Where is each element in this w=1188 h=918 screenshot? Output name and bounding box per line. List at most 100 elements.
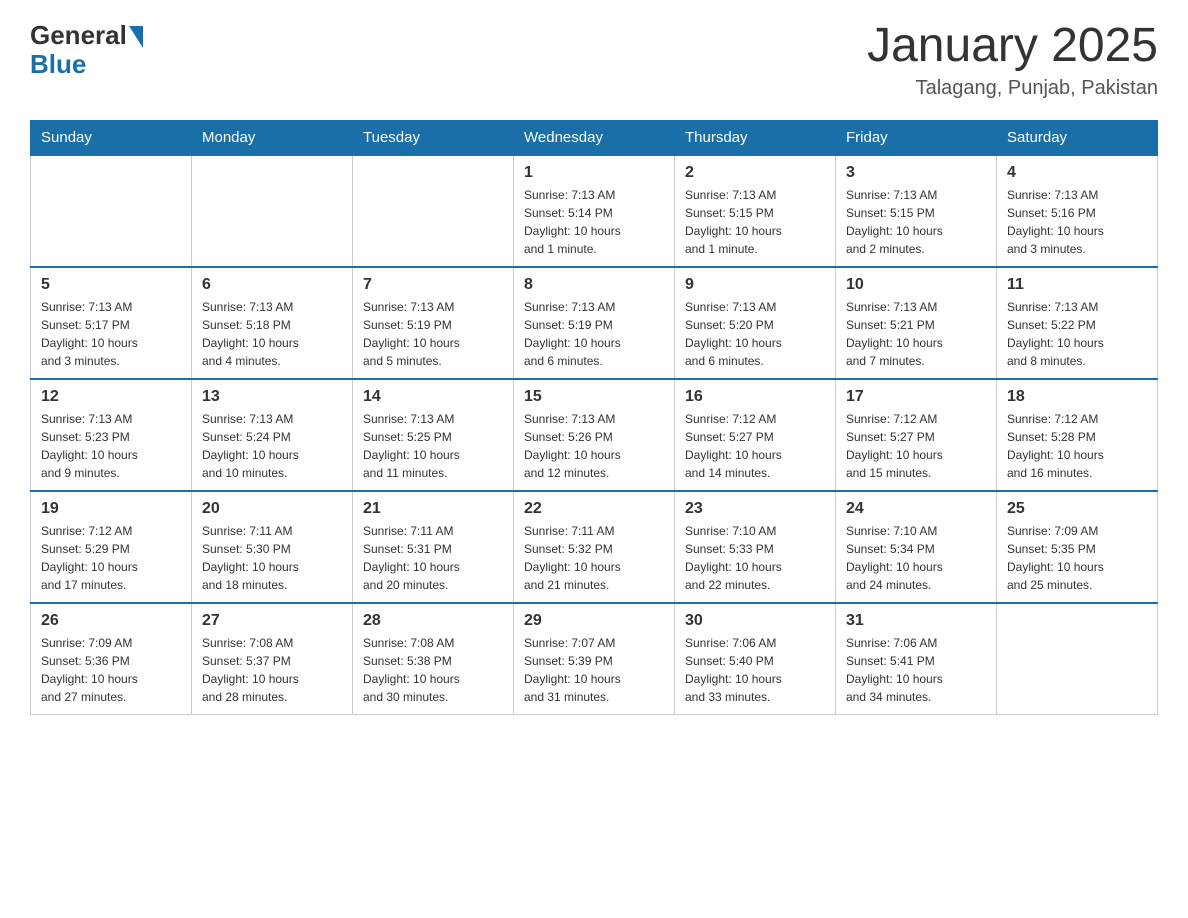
day-info: Sunrise: 7:13 AMSunset: 5:17 PMDaylight:… bbox=[41, 298, 181, 370]
day-number: 16 bbox=[685, 388, 825, 406]
day-info: Sunrise: 7:13 AMSunset: 5:18 PMDaylight:… bbox=[202, 298, 342, 370]
day-number: 12 bbox=[41, 388, 181, 406]
calendar-cell: 1 Sunrise: 7:13 AMSunset: 5:14 PMDaylight… bbox=[514, 155, 675, 267]
calendar-cell: 20 Sunrise: 7:11 AMSunset: 5:30 PMDayligh… bbox=[192, 491, 353, 603]
calendar-cell: 16 Sunrise: 7:12 AMSunset: 5:27 PMDayligh… bbox=[675, 379, 836, 491]
day-number: 25 bbox=[1007, 500, 1147, 518]
calendar-cell: 5 Sunrise: 7:13 AMSunset: 5:17 PMDaylight… bbox=[31, 267, 192, 379]
logo-triangle-icon bbox=[129, 26, 143, 48]
calendar-cell: 24 Sunrise: 7:10 AMSunset: 5:34 PMDayligh… bbox=[836, 491, 997, 603]
calendar-cell bbox=[353, 155, 514, 267]
weekday-header-friday: Friday bbox=[836, 120, 997, 155]
day-info: Sunrise: 7:13 AMSunset: 5:19 PMDaylight:… bbox=[363, 298, 503, 370]
day-info: Sunrise: 7:12 AMSunset: 5:29 PMDaylight:… bbox=[41, 522, 181, 594]
calendar-cell: 17 Sunrise: 7:12 AMSunset: 5:27 PMDayligh… bbox=[836, 379, 997, 491]
day-info: Sunrise: 7:13 AMSunset: 5:25 PMDaylight:… bbox=[363, 410, 503, 482]
day-number: 20 bbox=[202, 500, 342, 518]
calendar-cell: 2 Sunrise: 7:13 AMSunset: 5:15 PMDaylight… bbox=[675, 155, 836, 267]
calendar-cell: 29 Sunrise: 7:07 AMSunset: 5:39 PMDayligh… bbox=[514, 603, 675, 715]
logo: General Blue bbox=[30, 20, 143, 80]
day-number: 29 bbox=[524, 612, 664, 630]
week-row-1: 1 Sunrise: 7:13 AMSunset: 5:14 PMDaylight… bbox=[31, 155, 1158, 267]
calendar-cell bbox=[31, 155, 192, 267]
day-info: Sunrise: 7:13 AMSunset: 5:22 PMDaylight:… bbox=[1007, 298, 1147, 370]
day-number: 3 bbox=[846, 164, 986, 182]
day-number: 7 bbox=[363, 276, 503, 294]
calendar-cell: 18Sunrise: 7:12 AMSunset: 5:28 PMDayligh… bbox=[997, 379, 1158, 491]
day-number: 9 bbox=[685, 276, 825, 294]
calendar-cell: 11 Sunrise: 7:13 AMSunset: 5:22 PMDayligh… bbox=[997, 267, 1158, 379]
calendar-cell: 30Sunrise: 7:06 AMSunset: 5:40 PMDayligh… bbox=[675, 603, 836, 715]
day-number: 17 bbox=[846, 388, 986, 406]
calendar-cell: 23 Sunrise: 7:10 AMSunset: 5:33 PMDayligh… bbox=[675, 491, 836, 603]
weekday-header-tuesday: Tuesday bbox=[353, 120, 514, 155]
day-info: Sunrise: 7:10 AMSunset: 5:33 PMDaylight:… bbox=[685, 522, 825, 594]
day-number: 1 bbox=[524, 164, 664, 182]
day-info: Sunrise: 7:08 AMSunset: 5:38 PMDaylight:… bbox=[363, 634, 503, 706]
day-number: 10 bbox=[846, 276, 986, 294]
day-info: Sunrise: 7:13 AMSunset: 5:21 PMDaylight:… bbox=[846, 298, 986, 370]
day-info: Sunrise: 7:13 AMSunset: 5:24 PMDaylight:… bbox=[202, 410, 342, 482]
calendar-cell bbox=[192, 155, 353, 267]
day-info: Sunrise: 7:13 AMSunset: 5:19 PMDaylight:… bbox=[524, 298, 664, 370]
day-info: Sunrise: 7:11 AMSunset: 5:32 PMDaylight:… bbox=[524, 522, 664, 594]
day-info: Sunrise: 7:13 AMSunset: 5:20 PMDaylight:… bbox=[685, 298, 825, 370]
day-info: Sunrise: 7:11 AMSunset: 5:30 PMDaylight:… bbox=[202, 522, 342, 594]
weekday-header-wednesday: Wednesday bbox=[514, 120, 675, 155]
calendar-cell: 26Sunrise: 7:09 AMSunset: 5:36 PMDayligh… bbox=[31, 603, 192, 715]
calendar-cell: 4Sunrise: 7:13 AMSunset: 5:16 PMDaylight… bbox=[997, 155, 1158, 267]
day-number: 22 bbox=[524, 500, 664, 518]
day-info: Sunrise: 7:11 AMSunset: 5:31 PMDaylight:… bbox=[363, 522, 503, 594]
day-number: 6 bbox=[202, 276, 342, 294]
calendar-cell: 6 Sunrise: 7:13 AMSunset: 5:18 PMDaylight… bbox=[192, 267, 353, 379]
calendar-cell: 12 Sunrise: 7:13 AMSunset: 5:23 PMDayligh… bbox=[31, 379, 192, 491]
calendar-cell: 10 Sunrise: 7:13 AMSunset: 5:21 PMDayligh… bbox=[836, 267, 997, 379]
day-info: Sunrise: 7:08 AMSunset: 5:37 PMDaylight:… bbox=[202, 634, 342, 706]
day-number: 11 bbox=[1007, 276, 1147, 294]
calendar-cell: 28 Sunrise: 7:08 AMSunset: 5:38 PMDayligh… bbox=[353, 603, 514, 715]
calendar-cell: 31Sunrise: 7:06 AMSunset: 5:41 PMDayligh… bbox=[836, 603, 997, 715]
day-info: Sunrise: 7:13 AMSunset: 5:26 PMDaylight:… bbox=[524, 410, 664, 482]
day-number: 13 bbox=[202, 388, 342, 406]
calendar-cell: 13 Sunrise: 7:13 AMSunset: 5:24 PMDayligh… bbox=[192, 379, 353, 491]
calendar-cell: 19 Sunrise: 7:12 AMSunset: 5:29 PMDayligh… bbox=[31, 491, 192, 603]
calendar-cell: 8 Sunrise: 7:13 AMSunset: 5:19 PMDaylight… bbox=[514, 267, 675, 379]
day-info: Sunrise: 7:12 AMSunset: 5:27 PMDaylight:… bbox=[846, 410, 986, 482]
day-number: 5 bbox=[41, 276, 181, 294]
calendar-cell: 7 Sunrise: 7:13 AMSunset: 5:19 PMDaylight… bbox=[353, 267, 514, 379]
calendar-cell: 22 Sunrise: 7:11 AMSunset: 5:32 PMDayligh… bbox=[514, 491, 675, 603]
calendar-cell: 25 Sunrise: 7:09 AMSunset: 5:35 PMDayligh… bbox=[997, 491, 1158, 603]
location-title: Talagang, Punjab, Pakistan bbox=[867, 77, 1158, 100]
logo-blue-text: Blue bbox=[30, 49, 86, 80]
day-number: 2 bbox=[685, 164, 825, 182]
day-number: 19 bbox=[41, 500, 181, 518]
day-info: Sunrise: 7:13 AMSunset: 5:23 PMDaylight:… bbox=[41, 410, 181, 482]
week-row-4: 19 Sunrise: 7:12 AMSunset: 5:29 PMDayligh… bbox=[31, 491, 1158, 603]
calendar-cell: 3Sunrise: 7:13 AMSunset: 5:15 PMDaylight… bbox=[836, 155, 997, 267]
day-info: Sunrise: 7:12 AMSunset: 5:27 PMDaylight:… bbox=[685, 410, 825, 482]
day-number: 8 bbox=[524, 276, 664, 294]
day-number: 14 bbox=[363, 388, 503, 406]
week-row-2: 5 Sunrise: 7:13 AMSunset: 5:17 PMDaylight… bbox=[31, 267, 1158, 379]
day-number: 24 bbox=[846, 500, 986, 518]
day-number: 15 bbox=[524, 388, 664, 406]
day-number: 18 bbox=[1007, 388, 1147, 406]
day-info: Sunrise: 7:13 AMSunset: 5:15 PMDaylight:… bbox=[685, 186, 825, 258]
day-info: Sunrise: 7:07 AMSunset: 5:39 PMDaylight:… bbox=[524, 634, 664, 706]
day-number: 23 bbox=[685, 500, 825, 518]
day-number: 31 bbox=[846, 612, 986, 630]
weekday-header-row: SundayMondayTuesdayWednesdayThursdayFrid… bbox=[31, 120, 1158, 155]
weekday-header-saturday: Saturday bbox=[997, 120, 1158, 155]
logo-general-text: General bbox=[30, 20, 127, 51]
weekday-header-sunday: Sunday bbox=[31, 120, 192, 155]
week-row-5: 26Sunrise: 7:09 AMSunset: 5:36 PMDayligh… bbox=[31, 603, 1158, 715]
day-info: Sunrise: 7:09 AMSunset: 5:36 PMDaylight:… bbox=[41, 634, 181, 706]
day-number: 21 bbox=[363, 500, 503, 518]
day-info: Sunrise: 7:13 AMSunset: 5:14 PMDaylight:… bbox=[524, 186, 664, 258]
day-number: 28 bbox=[363, 612, 503, 630]
calendar-cell bbox=[997, 603, 1158, 715]
day-number: 27 bbox=[202, 612, 342, 630]
day-info: Sunrise: 7:09 AMSunset: 5:35 PMDaylight:… bbox=[1007, 522, 1147, 594]
title-section: January 2025 Talagang, Punjab, Pakistan bbox=[867, 20, 1158, 100]
day-info: Sunrise: 7:10 AMSunset: 5:34 PMDaylight:… bbox=[846, 522, 986, 594]
